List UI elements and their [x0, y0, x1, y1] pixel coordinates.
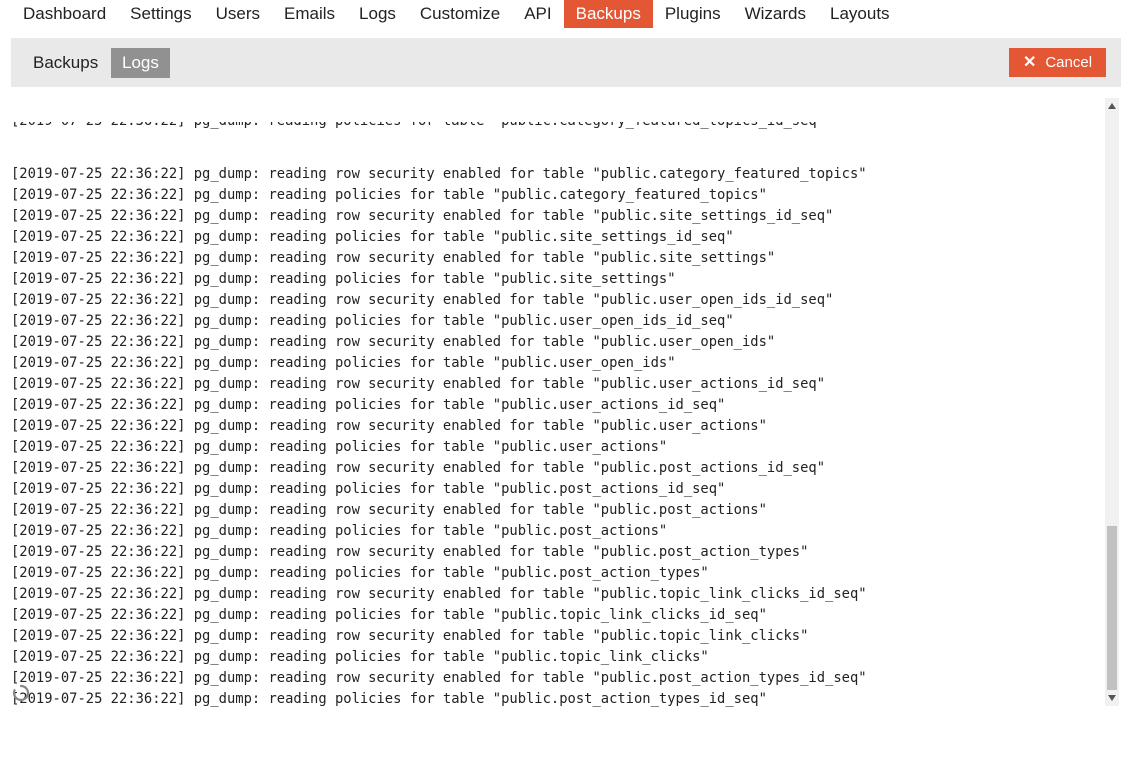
loading-spinner-icon — [12, 684, 30, 702]
log-lines: [2019-07-25 22:36:22] pg_dump: reading p… — [11, 90, 1103, 708]
log-line: [2019-07-25 22:36:22] pg_dump: reading r… — [11, 670, 867, 686]
nav-tab-logs[interactable]: Logs — [347, 0, 408, 28]
nav-tab-backups[interactable]: Backups — [563, 0, 653, 28]
log-line: [2019-07-25 22:36:22] pg_dump: reading r… — [11, 376, 826, 392]
log-line: [2019-07-25 22:36:22] pg_dump: reading p… — [11, 649, 709, 665]
log-line: [2019-07-25 22:36:22] pg_dump: reading r… — [11, 460, 826, 476]
scroll-up-arrow-icon[interactable] — [1108, 103, 1116, 109]
log-line: [2019-07-25 22:36:22] pg_dump: reading r… — [11, 166, 867, 182]
scrollbar-thumb[interactable] — [1107, 526, 1117, 690]
log-line: [2019-07-25 22:36:22] pg_dump: reading p… — [11, 187, 767, 203]
log-line: [2019-07-25 22:36:22] pg_dump: reading p… — [11, 523, 668, 539]
backup-log-panel[interactable]: [2019-07-25 22:36:22] pg_dump: reading p… — [11, 88, 1121, 708]
log-line: [2019-07-25 22:36:22] pg_dump: reading p… — [11, 607, 767, 623]
subnav-tab-logs[interactable]: Logs — [111, 48, 170, 78]
log-line: [2019-07-25 22:36:22] pg_dump: reading r… — [11, 250, 776, 266]
nav-tab-api[interactable]: API — [512, 0, 563, 28]
nav-tab-users[interactable]: Users — [204, 0, 272, 28]
log-line: [2019-07-25 22:36:22] pg_dump: reading r… — [11, 544, 809, 560]
cancel-button-label: Cancel — [1045, 54, 1093, 71]
nav-tab-layouts[interactable]: Layouts — [818, 0, 902, 28]
log-line: [2019-07-25 22:36:22] pg_dump: reading r… — [11, 208, 834, 224]
cancel-button[interactable]: ✕ Cancel — [1009, 48, 1106, 77]
log-line: [2019-07-25 22:36:22] pg_dump: reading r… — [11, 292, 834, 308]
log-line: [2019-07-25 22:36:22] pg_dump: reading p… — [11, 691, 767, 707]
log-line: [2019-07-25 22:36:22] pg_dump: reading p… — [11, 481, 726, 497]
nav-tab-emails[interactable]: Emails — [272, 0, 347, 28]
log-line: [2019-07-25 22:36:22] pg_dump: reading p… — [11, 271, 676, 287]
nav-tab-wizards[interactable]: Wizards — [733, 0, 818, 28]
scroll-down-arrow-icon[interactable] — [1108, 695, 1116, 701]
log-line: [2019-07-25 22:36:22] pg_dump: reading p… — [11, 397, 726, 413]
log-line: [2019-07-25 22:36:22] pg_dump: reading r… — [11, 418, 767, 434]
log-line: [2019-07-25 22:36:22] pg_dump: reading r… — [11, 502, 767, 518]
log-line: [2019-07-25 22:36:22] pg_dump: reading r… — [11, 628, 809, 644]
close-icon: ✕ — [1022, 53, 1037, 71]
log-line: [2019-07-25 22:36:22] pg_dump: reading p… — [11, 439, 668, 455]
log-line: [2019-07-25 22:36:22] pg_dump: reading p… — [11, 565, 709, 581]
log-line: [2019-07-25 22:36:22] pg_dump: reading p… — [11, 313, 734, 329]
subnav-tab-backups[interactable]: Backups — [22, 48, 109, 78]
admin-nav: Dashboard Settings Users Emails Logs Cus… — [0, 0, 1142, 28]
nav-tab-customize[interactable]: Customize — [408, 0, 512, 28]
log-line: [2019-07-25 22:36:22] pg_dump: reading p… — [11, 355, 676, 371]
nav-tab-dashboard[interactable]: Dashboard — [11, 0, 118, 28]
backups-subnav: Backups Logs ✕ Cancel — [11, 38, 1121, 87]
log-line: [2019-07-25 22:36:22] pg_dump: reading r… — [11, 334, 776, 350]
log-scrollbar[interactable] — [1105, 98, 1119, 706]
log-line-partial: [2019-07-25 22:36:22] pg_dump: reading p… — [11, 122, 1103, 132]
log-line: [2019-07-25 22:36:22] pg_dump: reading r… — [11, 586, 867, 602]
nav-tab-plugins[interactable]: Plugins — [653, 0, 733, 28]
nav-tab-settings[interactable]: Settings — [118, 0, 203, 28]
log-line: [2019-07-25 22:36:22] pg_dump: reading p… — [11, 229, 734, 245]
